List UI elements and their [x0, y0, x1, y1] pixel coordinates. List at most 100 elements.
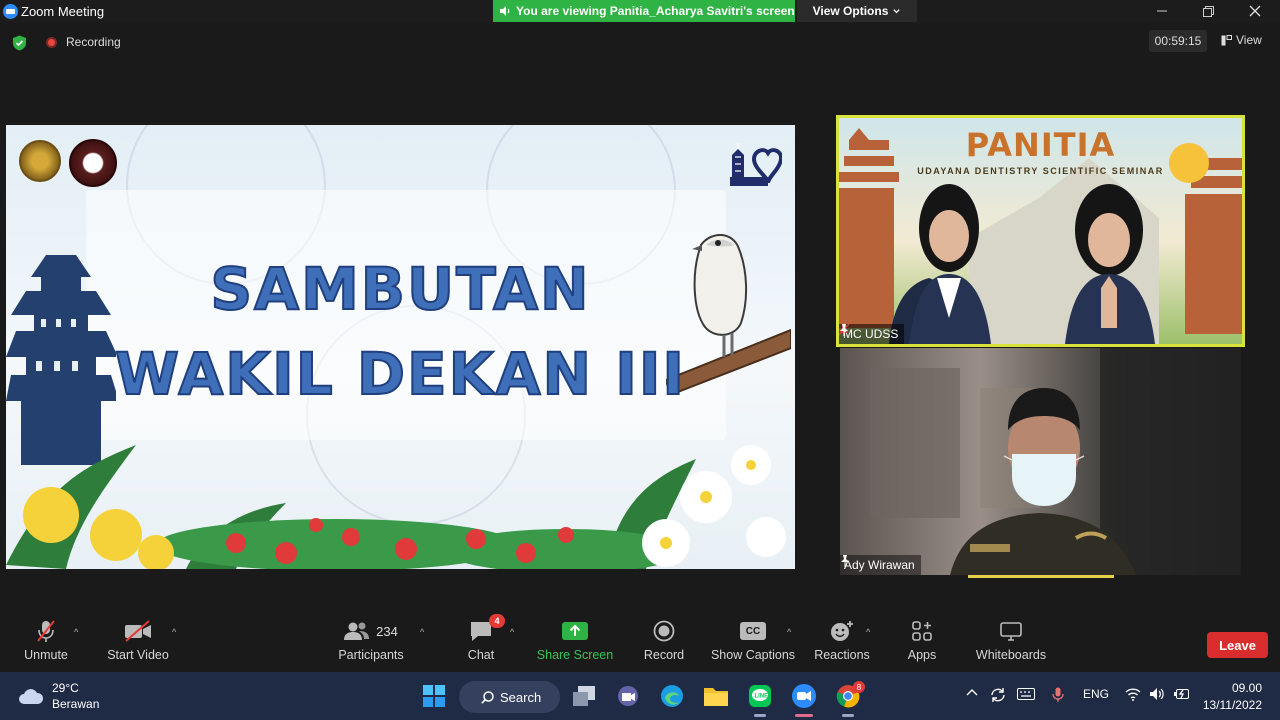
language-indicator[interactable]: ENG — [1083, 687, 1109, 701]
teams-icon — [618, 686, 638, 706]
show-captions-label: Show Captions — [710, 648, 796, 662]
apps-icon — [912, 621, 932, 641]
reactions-options-caret[interactable]: ^ — [866, 627, 870, 637]
taskbar-app-zoom[interactable] — [791, 683, 817, 709]
university-logo-icon — [19, 140, 61, 182]
speaker-icon — [500, 6, 510, 16]
sync-icon[interactable] — [989, 687, 1007, 706]
udss-logo-icon — [730, 143, 782, 186]
taskbar-app-file-explorer[interactable] — [703, 683, 729, 709]
whiteboard-icon — [1000, 622, 1022, 641]
microphone-in-use-icon[interactable] — [1052, 687, 1064, 706]
close-icon — [1249, 5, 1261, 17]
edge-icon — [661, 685, 683, 707]
chrome-running-indicator — [842, 714, 854, 717]
reactions-label: Reactions — [814, 648, 870, 662]
viewing-screen-banner: You are viewing Panitia_Acharya Savitri'… — [493, 0, 795, 22]
taskbar-app-snipping[interactable] — [571, 683, 597, 709]
participants-icon — [344, 622, 370, 640]
windows-logo-icon — [423, 685, 445, 707]
title-bar: Zoom Meeting You are viewing Panitia_Ach… — [0, 0, 1280, 23]
record-label: Record — [643, 648, 685, 662]
clock-time: 09.00 — [1231, 681, 1262, 695]
encryption-shield-icon[interactable] — [12, 35, 27, 51]
participant-name: Ady Wirawan — [844, 558, 915, 572]
cloud-icon — [19, 689, 44, 704]
line-running-indicator — [754, 714, 766, 717]
audio-options-caret[interactable]: ^ — [74, 627, 78, 637]
reactions-button[interactable]: Reactions — [797, 618, 887, 662]
windows-start-button[interactable] — [421, 683, 447, 709]
start-video-label: Start Video — [107, 648, 169, 662]
taskbar-search[interactable]: Search — [459, 681, 560, 713]
apps-label: Apps — [907, 648, 937, 662]
taskbar-app-chrome[interactable]: 8 — [835, 681, 865, 709]
shared-screen: SAMBUTAN WAKIL DEKAN III — [6, 125, 795, 569]
chat-options-caret[interactable]: ^ — [510, 627, 514, 637]
wifi-icon[interactable] — [1125, 687, 1141, 704]
apps-button[interactable]: Apps — [877, 618, 967, 662]
recording-label[interactable]: Recording — [66, 35, 121, 49]
show-hidden-icons-chevron-icon[interactable] — [966, 687, 978, 702]
view-grid-icon — [1221, 34, 1232, 45]
leave-button[interactable]: Leave — [1207, 632, 1268, 658]
show-captions-button[interactable]: CC Show Captions — [708, 618, 798, 662]
whiteboards-label: Whiteboards — [975, 648, 1047, 662]
window-switcher-icon — [573, 686, 595, 706]
weather-widget[interactable]: 29°C Berawan — [18, 680, 99, 712]
restore-icon — [1202, 5, 1214, 17]
slide-title-line2: WAKIL DEKAN III — [114, 339, 686, 409]
chat-label: Chat — [467, 648, 495, 662]
record-button[interactable]: Record — [619, 618, 709, 662]
video-camera-off-icon — [125, 620, 151, 642]
taskbar-clock[interactable]: 09.00 13/11/2022 — [1199, 680, 1262, 714]
whiteboards-button[interactable]: Whiteboards — [966, 618, 1056, 662]
unmute-label: Unmute — [24, 648, 68, 662]
slide-title-line1: SAMBUTAN — [209, 254, 591, 324]
taskbar-app-edge[interactable] — [659, 683, 685, 709]
weather-description: Berawan — [52, 697, 100, 711]
participant-tile-ady-wirawan[interactable]: Ady Wirawan — [840, 348, 1241, 575]
share-screen-icon — [562, 622, 588, 640]
record-icon — [653, 620, 675, 642]
banner-text: You are viewing Panitia_Acharya Savitri'… — [516, 4, 795, 18]
battery-charging-icon[interactable] — [1173, 687, 1191, 704]
participant-tile-mc-udss[interactable]: PANITIA UDAYANA DENTISTRY SCIENTIFIC SEM… — [836, 115, 1245, 347]
view-options-label: View Options — [812, 4, 889, 18]
close-button[interactable] — [1232, 0, 1278, 22]
microphone-muted-icon — [37, 620, 55, 642]
faculty-logo-icon — [69, 139, 117, 187]
video-options-caret[interactable]: ^ — [172, 627, 176, 637]
recording-dot-icon — [46, 37, 57, 48]
taskbar-app-line[interactable]: LINE — [747, 683, 773, 709]
participant-name-tag: MC UDSS — [839, 324, 905, 344]
minimize-button[interactable] — [1139, 0, 1185, 22]
start-video-button[interactable]: Start Video — [93, 618, 183, 662]
smiley-plus-icon — [831, 621, 853, 641]
chevron-down-icon — [893, 8, 901, 13]
view-button[interactable]: View — [1221, 33, 1262, 47]
chat-button[interactable]: 4 Chat — [436, 614, 526, 662]
view-options-button[interactable]: View Options — [797, 0, 917, 22]
participant-name-tag: Ady Wirawan — [840, 555, 921, 575]
unmute-button[interactable]: Unmute — [1, 618, 91, 662]
chrome-notification-badge: 8 — [853, 681, 865, 693]
keyboard-icon[interactable] — [1017, 687, 1035, 704]
taskbar-app-teams[interactable] — [615, 683, 641, 709]
chat-unread-badge: 4 — [489, 614, 505, 628]
share-screen-button[interactable]: Share Screen — [530, 618, 620, 662]
participants-button[interactable]: 234 Participants — [326, 618, 416, 662]
participants-options-caret[interactable]: ^ — [420, 627, 424, 637]
volume-icon[interactable] — [1149, 687, 1165, 704]
captions-options-caret[interactable]: ^ — [787, 627, 791, 637]
weather-temperature: 29°C — [52, 681, 79, 695]
folder-icon — [704, 688, 728, 706]
participants-count: 234 — [376, 623, 398, 639]
window-title: Zoom Meeting — [21, 4, 105, 19]
flowers-illustration — [6, 445, 786, 569]
participant-name: MC UDSS — [843, 327, 899, 341]
search-label: Search — [500, 689, 542, 705]
svg-text:LINE: LINE — [755, 694, 769, 700]
tile-slide-title: PANITIA — [965, 126, 1116, 164]
restore-button[interactable] — [1185, 0, 1231, 22]
